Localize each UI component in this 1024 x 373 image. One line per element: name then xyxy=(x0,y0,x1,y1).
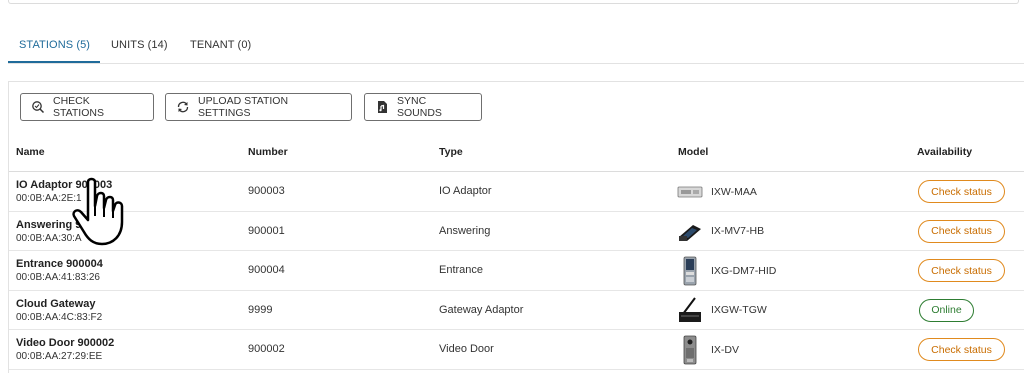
station-mac: 00:0B:AA:27:29:EE xyxy=(16,351,103,362)
stations-panel: CHECK STATIONS UPLOAD STATION SETTINGS S… xyxy=(8,81,1024,373)
station-mac: 00:0B:AA:41:83:26 xyxy=(16,272,100,283)
station-type: Answering xyxy=(439,224,491,237)
station-model: IXGW-TGW xyxy=(677,291,767,330)
active-tab-indicator xyxy=(8,61,100,63)
station-name: Entrance 900004 xyxy=(16,258,103,270)
table-row[interactable]: Cloud Gateway 00:0B:AA:4C:83:F2 9999 Gat… xyxy=(9,291,1024,330)
table-row[interactable]: Answering 90 00:0B:AA:30:A 900001 Answer… xyxy=(9,212,1024,251)
station-mac: 00:0B:AA:4C:83:F2 xyxy=(16,311,103,323)
check-stations-button[interactable]: CHECK STATIONS xyxy=(20,93,154,121)
table-row[interactable]: IO Adaptor 900003 00:0B:AA:2E:1 900003 I… xyxy=(9,172,1024,212)
upload-station-settings-label: UPLOAD STATION SETTINGS xyxy=(198,95,289,119)
column-header-type[interactable]: Type xyxy=(439,146,463,158)
tab-bar: STATIONS (5) UNITS (14) TENANT (0) xyxy=(8,30,1024,64)
station-number: 900003 xyxy=(248,185,285,197)
table-header: Name Number Type Model Availability xyxy=(9,134,1024,172)
column-header-model[interactable]: Model xyxy=(678,146,708,158)
station-name: Cloud Gateway xyxy=(16,297,96,310)
model-name: IX-MV7-HB xyxy=(711,225,765,237)
check-stations-label: CHECK STATIONS xyxy=(53,95,104,119)
column-header-availability[interactable]: Availability xyxy=(917,146,972,158)
audio-file-icon xyxy=(375,100,389,114)
station-model: IX-DV xyxy=(677,330,739,369)
column-header-name[interactable]: Name xyxy=(16,146,45,158)
model-name: IX-DV xyxy=(711,343,740,356)
top-card-edge xyxy=(8,0,1019,4)
sync-sounds-button[interactable]: SYNC SOUNDS xyxy=(364,93,482,121)
station-mac: 00:0B:AA:2E:1 xyxy=(16,193,82,204)
station-model: IX-MV7-HB xyxy=(677,212,764,251)
column-header-number[interactable]: Number xyxy=(248,146,288,158)
gateway-device-icon xyxy=(677,296,703,324)
station-mac: 00:0B:AA:30:A xyxy=(16,232,82,244)
station-name-cell: Cloud Gateway 00:0B:AA:4C:83:F2 xyxy=(16,297,102,325)
upload-station-settings-button[interactable]: UPLOAD STATION SETTINGS xyxy=(165,93,352,121)
check-status-button[interactable]: Check status xyxy=(918,180,1005,203)
station-type: Entrance xyxy=(439,264,484,276)
station-model: IXG-DM7-HID xyxy=(677,251,776,290)
station-number: 900004 xyxy=(248,264,285,276)
station-number: 900001 xyxy=(248,224,285,237)
tab-tenant[interactable]: TENANT (0) xyxy=(190,39,251,51)
station-number: 900002 xyxy=(248,343,285,355)
master-station-device-icon xyxy=(677,217,703,245)
check-status-button[interactable]: Check status xyxy=(918,219,1005,243)
model-name: IXGW-TGW xyxy=(711,304,767,316)
station-name: Video Door 900002 xyxy=(16,337,115,349)
online-status-badge[interactable]: Online xyxy=(919,298,974,322)
sync-arrows-icon xyxy=(176,100,190,114)
tab-stations[interactable]: STATIONS (5) xyxy=(19,39,90,51)
sync-sounds-label: SYNC SOUNDS xyxy=(397,95,442,119)
station-name-cell: Video Door 900002 00:0B:AA:27:29:EE xyxy=(16,336,114,364)
tab-units[interactable]: UNITS (14) xyxy=(111,39,168,51)
table-row[interactable]: Video Door 900002 00:0B:AA:27:29:EE 9000… xyxy=(9,330,1024,370)
model-name: IXG-DM7-HID xyxy=(711,264,777,277)
station-name-cell: IO Adaptor 900003 00:0B:AA:2E:1 xyxy=(16,178,112,206)
station-name-cell: Answering 90 00:0B:AA:30:A xyxy=(16,218,88,246)
check-status-button[interactable]: Check status xyxy=(918,338,1005,361)
io-adaptor-device-icon xyxy=(677,178,703,206)
check-status-button[interactable]: Check status xyxy=(918,259,1005,282)
station-number: 9999 xyxy=(248,303,273,316)
station-type: Video Door xyxy=(439,343,494,355)
station-name: Answering 90 xyxy=(16,218,88,231)
table-row[interactable]: Entrance 900004 00:0B:AA:41:83:26 900004… xyxy=(9,251,1024,291)
stations-table: Name Number Type Model Availability IO A… xyxy=(9,134,1024,370)
station-model: IXW-MAA xyxy=(677,172,757,211)
station-type: Gateway Adaptor xyxy=(439,303,524,316)
station-name: IO Adaptor 900003 xyxy=(16,179,113,191)
entrance-panel-device-icon xyxy=(677,256,703,285)
station-type: IO Adaptor xyxy=(439,185,492,197)
search-check-icon xyxy=(31,100,45,114)
video-door-device-icon xyxy=(677,335,703,364)
model-name: IXW-MAA xyxy=(711,185,757,198)
station-name-cell: Entrance 900004 00:0B:AA:41:83:26 xyxy=(16,257,103,285)
